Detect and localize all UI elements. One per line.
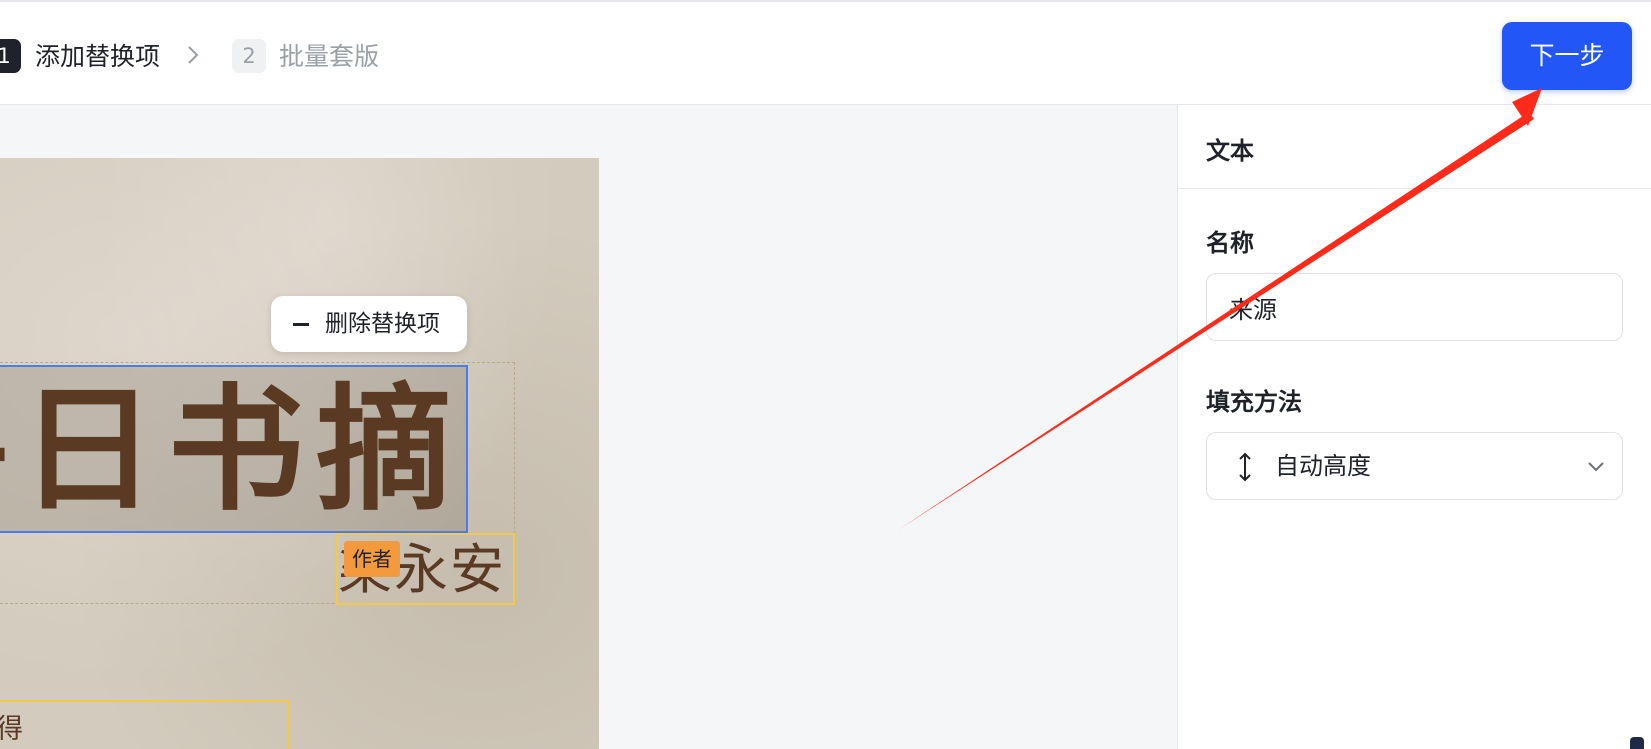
body-text: 得	[0, 710, 23, 749]
properties-panel: 文本 名称 填充方法 自动高度	[1177, 105, 1651, 749]
app-root: 1 添加替换项 2 批量套版 下一步 每日书摘 梁永安 作者 得 删除替换项 文…	[0, 0, 1651, 749]
step-2-label[interactable]: 批量套版	[279, 40, 379, 74]
chevron-down-icon	[1588, 462, 1604, 472]
fill-method-label: 填充方法	[1206, 388, 1302, 416]
author-tag: 作者	[344, 541, 400, 577]
fill-method-select[interactable]: 自动高度	[1206, 432, 1623, 500]
name-label: 名称	[1206, 229, 1254, 257]
delete-button-label: 删除替换项	[325, 311, 440, 337]
step-1-number[interactable]: 1	[0, 39, 21, 73]
top-bar: 1 添加替换项 2 批量套版 下一步	[0, 0, 1651, 105]
panel-title: 文本	[1206, 137, 1254, 165]
title-text: 每日书摘	[0, 370, 464, 530]
step-1-label[interactable]: 添加替换项	[35, 40, 160, 74]
title-replace-item[interactable]: 每日书摘	[0, 365, 468, 533]
panel-divider	[1178, 188, 1651, 189]
minus-icon	[293, 323, 309, 326]
chevron-right-icon	[188, 46, 199, 64]
body-replace-item[interactable]: 得	[0, 700, 289, 749]
step-2-number[interactable]: 2	[232, 39, 266, 73]
next-step-button[interactable]: 下一步	[1502, 22, 1632, 90]
fill-method-value: 自动高度	[1275, 452, 1371, 480]
delete-replace-item-button[interactable]: 删除替换项	[271, 296, 467, 352]
corner-widget-icon[interactable]	[1630, 737, 1644, 749]
name-input[interactable]	[1206, 273, 1623, 341]
design-canvas[interactable]: 每日书摘 梁永安 作者 得 删除替换项	[0, 158, 599, 749]
arrow-up-down-icon	[1239, 452, 1251, 482]
